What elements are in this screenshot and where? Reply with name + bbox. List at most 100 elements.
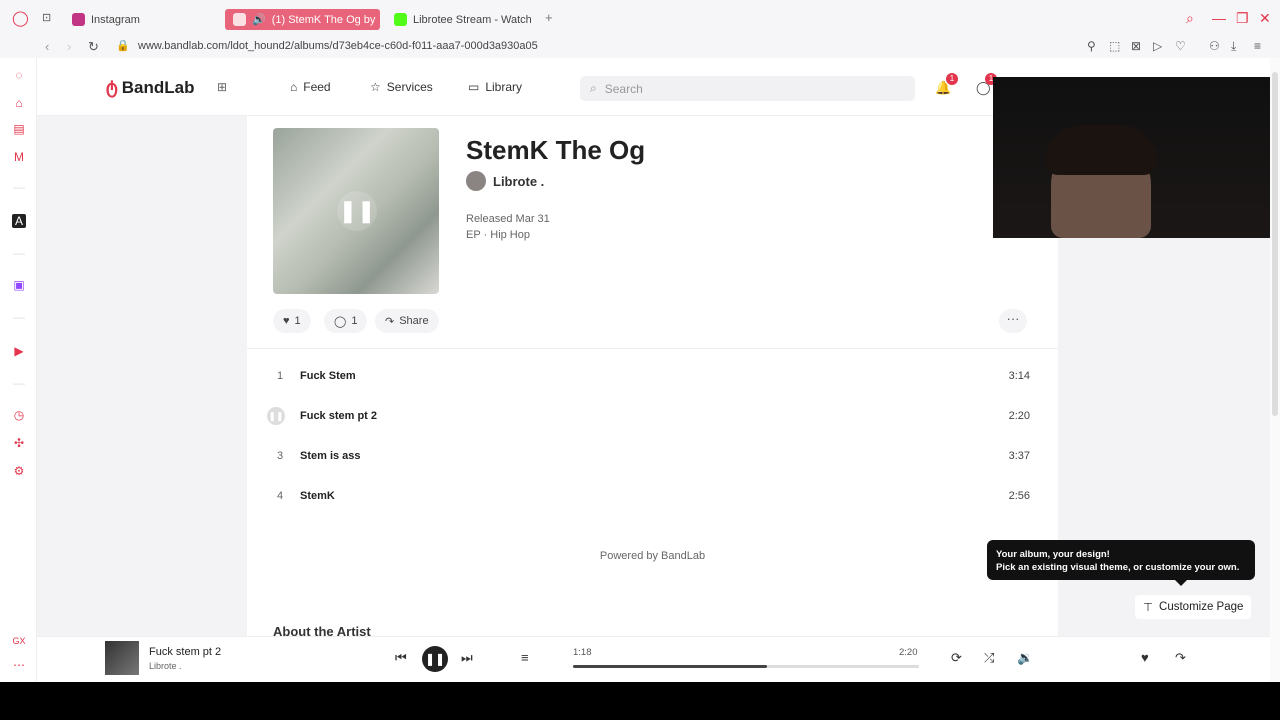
track-row[interactable]: 4 StemK 2:56 bbox=[247, 476, 1058, 516]
nav-feed[interactable]: ⌂ Feed bbox=[290, 80, 331, 94]
search-tabs-icon[interactable]: ⌕ bbox=[1186, 10, 1194, 27]
album-cover[interactable]: ❚❚ bbox=[273, 128, 439, 294]
release-date: Released Mar 31 bbox=[466, 213, 550, 225]
share-icon: ↷ bbox=[385, 315, 395, 328]
separator-icon: — bbox=[13, 310, 25, 324]
previous-icon[interactable]: ⏮ bbox=[395, 650, 407, 666]
progress-bar[interactable] bbox=[573, 665, 919, 668]
browser-window: ◯ ⊡ Instagram 🔊 (1) StemK The Og by Libr… bbox=[0, 0, 1280, 682]
new-tab-icon[interactable]: + bbox=[545, 10, 553, 25]
download-icon[interactable]: ⤓ bbox=[1231, 39, 1236, 54]
pause-icon[interactable]: ❚❚ bbox=[337, 191, 377, 231]
track-name: Fuck Stem bbox=[300, 370, 356, 382]
heart-icon[interactable]: ♡ bbox=[1175, 39, 1186, 53]
now-playing-title[interactable]: Fuck stem pt 2 bbox=[149, 646, 221, 658]
tab-bandlab[interactable]: 🔊 (1) StemK The Og by bbox=[225, 9, 380, 30]
nav-label: Library bbox=[485, 80, 523, 94]
tab-list-icon[interactable]: ⊡ bbox=[42, 11, 51, 24]
heart-icon[interactable]: ♥ bbox=[1141, 650, 1149, 665]
share-button[interactable]: ↷ Share bbox=[375, 309, 439, 333]
total-time: 2:20 bbox=[899, 647, 918, 658]
album-panel: ❚❚ StemK The Og Librote . Released Mar 3… bbox=[247, 116, 1058, 639]
paint-roller-icon: ⊤ bbox=[1143, 602, 1154, 614]
crypto-wallet-icon[interactable]: ⌂ bbox=[12, 96, 26, 110]
divider bbox=[247, 348, 1058, 349]
reload-icon[interactable]: ↻ bbox=[88, 39, 99, 55]
search-placeholder: Search bbox=[604, 81, 643, 96]
powered-by: Powered by BandLab bbox=[599, 550, 706, 562]
track-number: 4 bbox=[276, 490, 284, 502]
more-options-button[interactable]: ··· bbox=[999, 309, 1027, 333]
menu-icon[interactable]: ≡ bbox=[1254, 39, 1261, 53]
aria-icon[interactable]: ◌ bbox=[12, 68, 26, 82]
gx-icon[interactable]: GX bbox=[12, 634, 26, 648]
twitch-icon[interactable]: ▣ bbox=[12, 278, 26, 292]
video-icon[interactable]: ▶ bbox=[12, 344, 26, 358]
page-scrollbar[interactable] bbox=[1270, 58, 1280, 682]
search-input[interactable]: ⌕ Search bbox=[580, 76, 915, 101]
track-name: Fuck stem pt 2 bbox=[300, 410, 378, 422]
track-duration: 3:37 bbox=[1008, 450, 1030, 462]
back-icon[interactable]: ‹ bbox=[45, 39, 49, 54]
album-artist[interactable]: Librote . bbox=[466, 171, 544, 191]
now-playing-thumbnail[interactable] bbox=[105, 641, 139, 675]
extensions-icon[interactable]: ✣ bbox=[12, 436, 26, 450]
album-genre: EP · Hip Hop bbox=[466, 229, 530, 241]
album-title: StemK The Og bbox=[466, 135, 646, 165]
app-icon[interactable]: A bbox=[12, 214, 26, 228]
history-icon[interactable]: ◷ bbox=[12, 408, 26, 422]
apps-grid-icon[interactable]: ⊞ bbox=[217, 80, 231, 94]
forward-icon[interactable]: › bbox=[67, 39, 71, 54]
settings-icon[interactable]: ⚙ bbox=[12, 464, 26, 478]
track-duration: 3:14 bbox=[1008, 370, 1030, 382]
tab-kick[interactable]: Librotee Stream - Watch bbox=[386, 9, 536, 30]
queue-icon[interactable]: ≡ bbox=[521, 650, 529, 665]
library-icon: ▭ bbox=[468, 80, 480, 94]
account-icon[interactable]: ⚇ bbox=[1209, 39, 1220, 53]
star-icon: ☆ bbox=[370, 80, 381, 94]
minimize-icon[interactable]: — bbox=[1212, 10, 1226, 26]
track-row[interactable]: 3 Stem is ass 3:37 bbox=[247, 436, 1058, 476]
restore-icon[interactable]: ❐ bbox=[1236, 10, 1249, 27]
tab-label: (1) StemK The Og by bbox=[271, 13, 376, 26]
scrollbar-thumb[interactable] bbox=[1272, 72, 1278, 416]
repeat-icon[interactable]: ⟳ bbox=[951, 650, 962, 666]
share-icon[interactable]: ↷ bbox=[1175, 650, 1186, 666]
nav-label: Feed bbox=[303, 80, 331, 94]
shield-icon[interactable]: ⊠ bbox=[1131, 39, 1141, 53]
track-number: 3 bbox=[276, 450, 284, 462]
nav-label: Services bbox=[386, 80, 433, 94]
nav-services[interactable]: ☆ Services bbox=[370, 80, 433, 94]
track-duration: 2:56 bbox=[1008, 490, 1030, 502]
more-icon[interactable]: ⋯ bbox=[12, 658, 26, 672]
comment-button[interactable]: ◯ 1 bbox=[324, 309, 368, 333]
url-field[interactable]: www.bandlab.com/ldot_hound2/albums/d73eb… bbox=[138, 40, 538, 52]
tooltip-line: Your album, your design! bbox=[996, 549, 1110, 560]
address-bar: ‹ › ↻ 🔒 www.bandlab.com/ldot_hound2/albu… bbox=[0, 36, 1280, 58]
track-name: StemK bbox=[300, 490, 335, 502]
track-row[interactable]: ❚❚ Fuck stem pt 2 2:20 bbox=[247, 396, 1058, 436]
close-icon[interactable]: ✕ bbox=[1259, 10, 1271, 27]
opera-logo-icon[interactable]: ◯ bbox=[12, 9, 29, 27]
shuffle-icon[interactable]: ⤮ bbox=[984, 650, 994, 666]
bandlab-logo[interactable]: ტ BandLab bbox=[106, 77, 195, 98]
player-icon[interactable]: ▤ bbox=[12, 122, 26, 136]
tab-instagram[interactable]: Instagram bbox=[64, 9, 214, 30]
nav-library[interactable]: ▭ Library bbox=[468, 80, 522, 94]
webcam-overlay bbox=[993, 77, 1280, 238]
pause-button[interactable]: ❚❚ bbox=[422, 646, 448, 672]
speaker-icon[interactable]: 🔊 bbox=[252, 13, 266, 26]
customize-page-button[interactable]: ⊤ Customize Page bbox=[1135, 595, 1252, 619]
mail-icon[interactable]: M bbox=[12, 150, 26, 164]
like-button[interactable]: ♥ 1 bbox=[273, 309, 311, 333]
snapshot-icon[interactable]: ⬚ bbox=[1109, 39, 1120, 53]
now-playing-artist[interactable]: Librote . bbox=[149, 661, 182, 671]
volume-icon[interactable]: 🔉 bbox=[1017, 650, 1033, 666]
next-icon[interactable]: ⏭ bbox=[461, 650, 473, 666]
pause-icon[interactable]: ❚❚ bbox=[267, 407, 285, 425]
pin-icon[interactable]: ⚲ bbox=[1087, 39, 1096, 53]
track-row[interactable]: 1 Fuck Stem 3:14 bbox=[247, 356, 1058, 396]
play-icon[interactable]: ▷ bbox=[1153, 39, 1162, 53]
heart-icon: ♥ bbox=[283, 315, 290, 327]
player-bar: Fuck stem pt 2 Librote . ⏮ ❚❚ ⏭ ≡ 1:18 2… bbox=[37, 636, 1270, 682]
